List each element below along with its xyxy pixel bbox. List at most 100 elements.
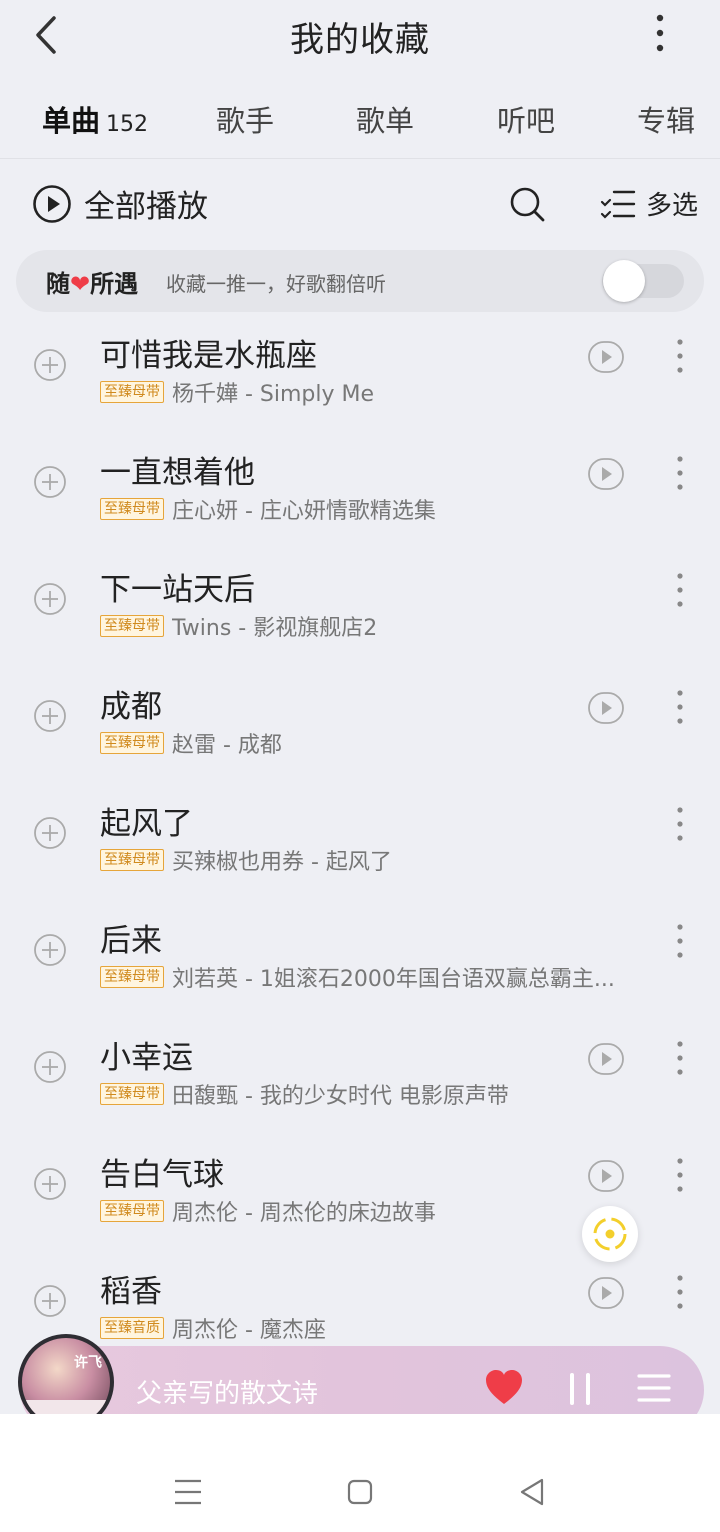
- more-vertical-icon: [677, 573, 683, 607]
- song-title: 后来: [100, 923, 162, 959]
- song-meta: 至臻母带 赵雷 - 成都: [100, 727, 282, 759]
- add-circle-icon: [34, 817, 66, 849]
- system-nav-bar: [0, 1414, 720, 1532]
- play-all-label: 全部播放: [84, 189, 208, 225]
- action-row: 全部播放 多选: [0, 175, 720, 235]
- add-to-playlist-button[interactable]: [33, 816, 67, 850]
- mv-play-icon: [588, 1160, 624, 1192]
- add-circle-icon: [34, 349, 66, 381]
- heart-icon: [486, 1370, 522, 1404]
- playlist-icon: [637, 1374, 671, 1402]
- quality-badge: 至臻母带: [100, 498, 164, 520]
- add-circle-icon: [34, 1285, 66, 1317]
- add-to-playlist-button[interactable]: [33, 348, 67, 382]
- add-circle-icon: [34, 1168, 66, 1200]
- more-options-button[interactable]: [640, 10, 680, 60]
- top-bar: 我的收藏: [0, 0, 720, 68]
- home-button[interactable]: [340, 1472, 380, 1512]
- add-circle-icon: [34, 466, 66, 498]
- search-button[interactable]: [506, 183, 550, 227]
- quality-badge: 至臻音质: [100, 1317, 164, 1339]
- multi-select-button[interactable]: 多选: [600, 185, 698, 222]
- song-row[interactable]: 小幸运 至臻母带 田馥甄 - 我的少女时代 电影原声带: [0, 1020, 720, 1137]
- more-vertical-icon: [677, 690, 683, 724]
- locate-current-song-button[interactable]: [582, 1206, 638, 1262]
- play-all-button[interactable]: 全部播放: [32, 181, 208, 226]
- mv-play-icon: [588, 458, 624, 490]
- tab-singers[interactable]: 歌手: [216, 98, 274, 140]
- multi-select-icon: [600, 190, 636, 219]
- add-to-playlist-button[interactable]: [33, 1050, 67, 1084]
- song-row[interactable]: 下一站天后 至臻母带 Twins - 影视旗舰店2: [0, 552, 720, 669]
- pause-button[interactable]: [566, 1370, 596, 1408]
- song-subtitle: 周杰伦 - 周杰伦的床边故事: [172, 1201, 436, 1226]
- song-more-button[interactable]: [668, 336, 692, 376]
- song-subtitle: 赵雷 - 成都: [172, 733, 282, 758]
- song-row[interactable]: 一直想着他 至臻母带 庄心妍 - 庄心妍情歌精选集: [0, 435, 720, 552]
- mv-button[interactable]: [587, 1276, 625, 1310]
- recommend-subtitle: 收藏一推一，好歌翻倍听: [166, 272, 386, 296]
- search-icon: [510, 187, 545, 222]
- mv-button[interactable]: [587, 457, 625, 491]
- recommend-title: 随❤所遇: [46, 264, 138, 299]
- song-meta: 至臻母带 杨千嬅 - Simply Me: [100, 376, 374, 408]
- mv-button[interactable]: [587, 1159, 625, 1193]
- quality-badge: 至臻母带: [100, 381, 164, 403]
- like-button[interactable]: [484, 1368, 524, 1408]
- now-playing-title: 父亲写的散文诗: [136, 1379, 319, 1409]
- recommend-title-post: 所遇: [90, 270, 139, 298]
- song-subtitle: 刘若英 - 1姐滚石2000年国台语双赢总霸主...: [172, 967, 615, 992]
- playlist-queue-button[interactable]: [636, 1370, 672, 1406]
- song-subtitle: 杨千嬅 - Simply Me: [172, 382, 375, 407]
- mv-play-icon: [588, 692, 624, 724]
- mv-button[interactable]: [587, 691, 625, 725]
- multi-select-label: 多选: [646, 191, 699, 221]
- song-row[interactable]: 后来 至臻母带 刘若英 - 1姐滚石2000年国台语双赢总霸主...: [0, 903, 720, 1020]
- mv-play-icon: [588, 341, 624, 373]
- toggle-knob: [603, 260, 645, 302]
- recommend-toggle[interactable]: [602, 260, 684, 302]
- song-more-button[interactable]: [668, 570, 692, 610]
- song-more-button[interactable]: [668, 1038, 692, 1078]
- song-more-button[interactable]: [668, 921, 692, 961]
- tab-tingba[interactable]: 听吧: [497, 98, 555, 140]
- song-more-button[interactable]: [668, 804, 692, 844]
- more-vertical-icon: [677, 924, 683, 958]
- song-subtitle: 田馥甄 - 我的少女时代 电影原声带: [172, 1084, 509, 1109]
- song-row[interactable]: 成都 至臻母带 赵雷 - 成都: [0, 669, 720, 786]
- play-circle-icon: [33, 184, 71, 223]
- add-to-playlist-button[interactable]: [33, 1167, 67, 1201]
- nav-back-button[interactable]: [512, 1472, 552, 1512]
- mv-button[interactable]: [587, 1042, 625, 1076]
- add-to-playlist-button[interactable]: [33, 465, 67, 499]
- song-title: 下一站天后: [100, 572, 255, 608]
- tab-albums[interactable]: 专辑: [637, 98, 695, 140]
- song-row[interactable]: 可惜我是水瓶座 至臻母带 杨千嬅 - Simply Me: [0, 318, 720, 435]
- song-more-button[interactable]: [668, 687, 692, 727]
- add-to-playlist-button[interactable]: [33, 1284, 67, 1318]
- add-to-playlist-button[interactable]: [33, 699, 67, 733]
- tab-playlists[interactable]: 歌单: [356, 98, 414, 140]
- song-subtitle: 庄心妍 - 庄心妍情歌精选集: [172, 499, 436, 524]
- recent-apps-button[interactable]: [168, 1472, 208, 1512]
- quality-badge: 至臻母带: [100, 732, 164, 754]
- quality-badge: 至臻母带: [100, 1200, 164, 1222]
- song-row[interactable]: 起风了 至臻母带 买辣椒也用券 - 起风了: [0, 786, 720, 903]
- mv-button[interactable]: [587, 340, 625, 374]
- song-title: 告白气球: [100, 1157, 224, 1193]
- song-more-button[interactable]: [668, 453, 692, 493]
- song-title: 一直想着他: [100, 455, 255, 491]
- home-nav-icon: [347, 1479, 373, 1505]
- song-more-button[interactable]: [668, 1155, 692, 1195]
- tab-songs[interactable]: 单曲 152: [42, 98, 148, 144]
- quality-badge: 至臻母带: [100, 615, 164, 637]
- add-to-playlist-button[interactable]: [33, 933, 67, 967]
- song-meta: 至臻母带 庄心妍 - 庄心妍情歌精选集: [100, 493, 436, 525]
- more-vertical-icon: [677, 807, 683, 841]
- mv-play-icon: [588, 1277, 624, 1309]
- mv-play-icon: [588, 1043, 624, 1075]
- song-title: 可惜我是水瓶座: [100, 338, 317, 374]
- song-more-button[interactable]: [668, 1272, 692, 1312]
- add-to-playlist-button[interactable]: [33, 582, 67, 616]
- song-title: 稻香: [100, 1274, 162, 1310]
